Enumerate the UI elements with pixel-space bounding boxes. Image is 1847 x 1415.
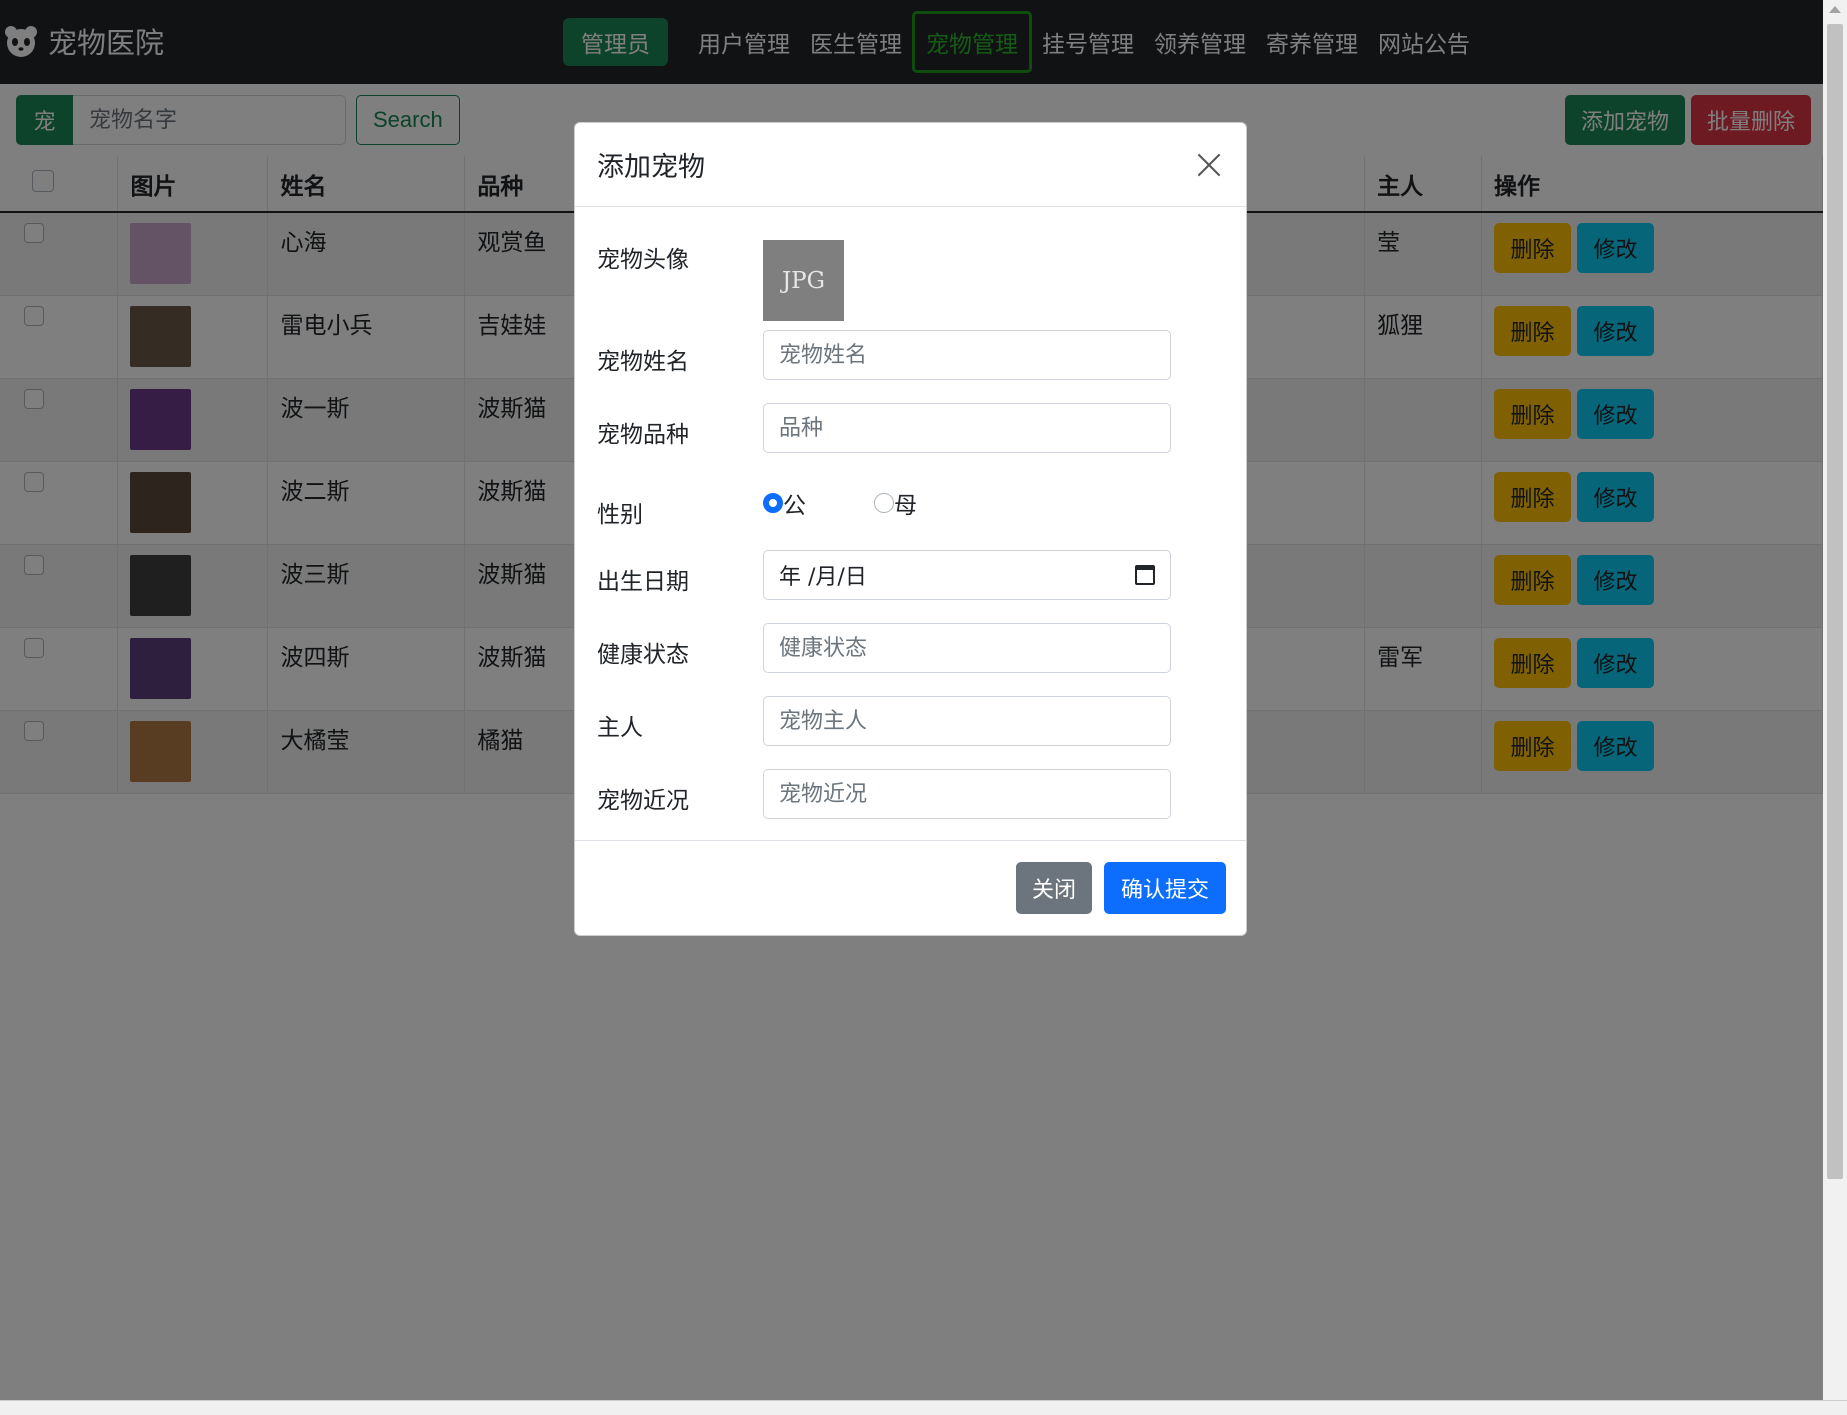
- owner-row: 主人: [597, 696, 1171, 746]
- breed-row: 宠物品种: [597, 403, 1171, 453]
- birth-date-value: 年 /月/日: [779, 565, 867, 590]
- birth-date-input[interactable]: 年 /月/日: [763, 550, 1171, 600]
- breed-label: 宠物品种: [597, 422, 689, 448]
- gender-row: 性别 公 母: [597, 477, 917, 529]
- gender-female-label: 母: [894, 493, 917, 519]
- health-label: 健康状态: [597, 642, 689, 668]
- calendar-icon[interactable]: [1135, 565, 1155, 585]
- gender-label: 性别: [597, 502, 643, 528]
- name-label: 宠物姓名: [597, 349, 689, 375]
- owner-input[interactable]: [763, 696, 1171, 746]
- modal-header: 添加宠物: [575, 123, 1246, 207]
- pet-name-input[interactable]: [763, 330, 1171, 380]
- scroll-up-icon[interactable]: [1829, 6, 1841, 13]
- modal-footer: 关闭 确认提交: [575, 841, 1246, 935]
- avatar-upload[interactable]: JPG: [763, 240, 844, 321]
- page-scrollbar[interactable]: [1823, 0, 1847, 1400]
- avatar-row: 宠物头像 JPG: [597, 240, 844, 321]
- gender-female-option[interactable]: 母: [874, 477, 917, 529]
- health-status-input[interactable]: [763, 623, 1171, 673]
- submit-button[interactable]: 确认提交: [1103, 862, 1226, 914]
- add-pet-modal: 添加宠物 宠物头像 JPG 宠物姓名 宠物品种 性别 公 母 出: [574, 122, 1247, 936]
- health-row: 健康状态: [597, 623, 1171, 673]
- pet-breed-input[interactable]: [763, 403, 1171, 453]
- gender-female-radio[interactable]: [874, 493, 894, 513]
- scroll-thumb[interactable]: [1827, 24, 1843, 1179]
- gender-male-label: 公: [783, 493, 806, 519]
- birth-label: 出生日期: [597, 569, 689, 595]
- gender-male-option[interactable]: 公: [763, 477, 806, 529]
- avatar-label: 宠物头像: [597, 247, 689, 273]
- owner-label: 主人: [597, 715, 643, 741]
- window-bottom-bar: [0, 1400, 1847, 1415]
- status-row: 宠物近况: [597, 769, 1171, 819]
- status-label: 宠物近况: [597, 788, 689, 814]
- birth-row: 出生日期 年 /月/日: [597, 550, 1171, 600]
- close-button[interactable]: 关闭: [1015, 862, 1092, 914]
- name-row: 宠物姓名: [597, 330, 1171, 380]
- modal-body: 宠物头像 JPG 宠物姓名 宠物品种 性别 公 母 出生日期 年 /月/日: [575, 207, 1246, 841]
- pet-status-input[interactable]: [763, 769, 1171, 819]
- modal-title: 添加宠物: [597, 152, 705, 183]
- gender-male-radio[interactable]: [763, 493, 783, 513]
- close-icon[interactable]: [1194, 150, 1224, 180]
